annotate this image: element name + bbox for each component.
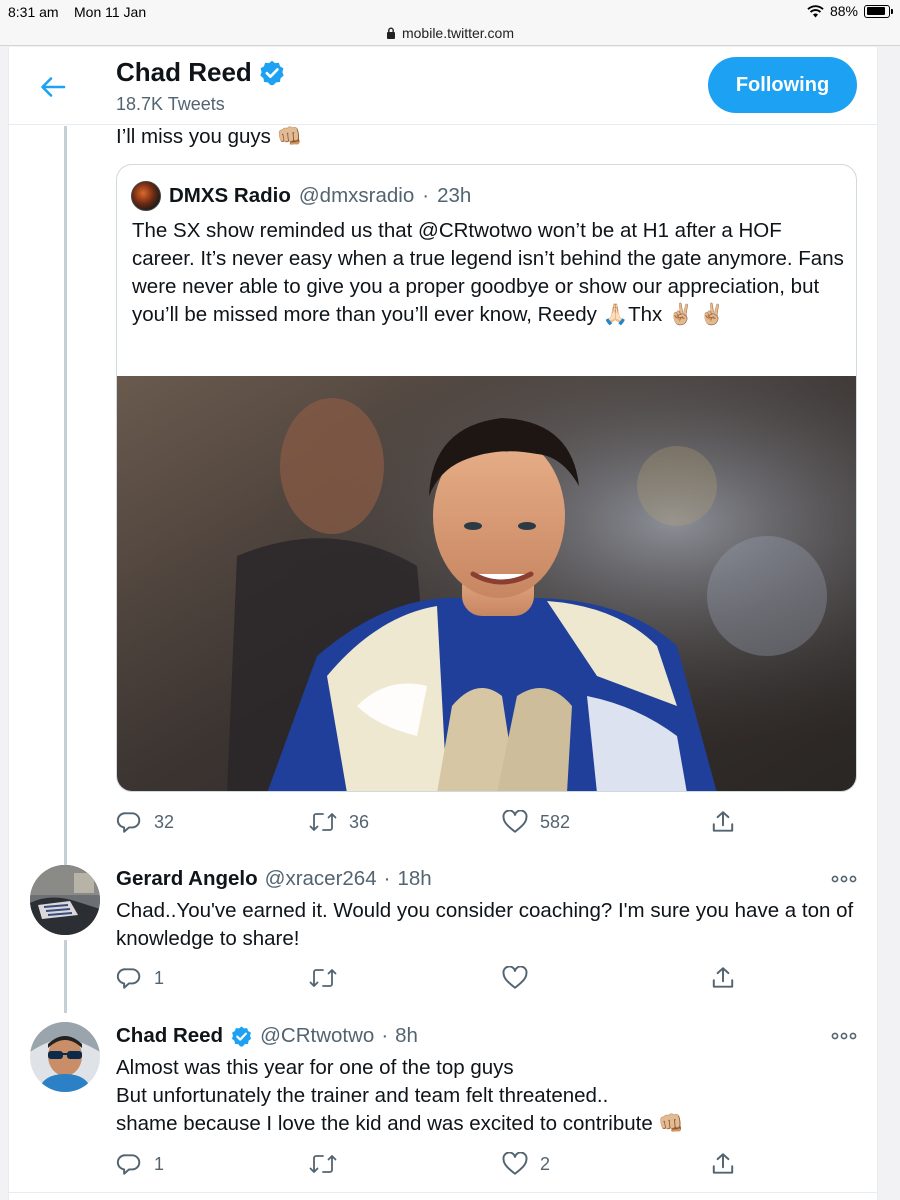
battery-fill [866,7,885,15]
reply-action[interactable]: 32 [116,809,309,835]
quote-photo[interactable] [117,376,856,791]
reply-text: Chad..You've earned it. Would you consid… [116,899,854,950]
profile-name: Chad Reed [116,57,286,88]
retweet-action[interactable] [309,965,502,991]
avatar-gerard-angelo[interactable] [30,865,100,935]
following-button[interactable]: Following [708,57,857,113]
quote-tweet-header: DMXS Radio @dmxsradio · 23h [131,181,471,211]
reply-action[interactable]: 1 [116,965,309,991]
like-action[interactable] [502,965,710,991]
heart-icon [502,810,528,833]
reply-count: 32 [154,811,175,832]
retweet-icon [309,813,337,831]
reply-count: 1 [154,967,165,988]
reply-author-handle: @xracer264 [264,867,377,890]
thread-line [64,126,67,889]
battery-icon [864,4,893,18]
url-text: mobile.twitter.com [401,25,515,41]
main-tweet-text: I’ll miss you guys 👊🏼 [116,125,303,148]
like-action[interactable]: 2 [502,1151,710,1177]
reply-icon [116,1154,141,1175]
reply-icon [116,812,141,833]
reply-author-line: Gerard Angelo @xracer264 · 18h [116,867,432,891]
reply-time: 8h [395,1024,418,1047]
share-action[interactable] [710,809,736,835]
avatar-image [30,865,100,935]
quote-author-handle: @dmxsradio [298,184,415,207]
reply-icon [116,968,141,989]
quote-author-name: DMXS Radio [169,184,291,207]
main-tweet-actions: 32 36 582 [116,809,736,835]
reply-text-line: But unfortunately the trainer and team f… [116,1084,609,1107]
share-icon [712,811,734,832]
back-button[interactable] [37,71,69,103]
status-right: 88% [807,3,893,19]
battery-percent: 88% [829,3,858,19]
heart-icon [502,966,528,989]
avatar-image [30,1022,100,1092]
reply-action[interactable]: 1 [116,1151,309,1177]
retweet-action[interactable] [309,1151,502,1177]
reply-text-line: Almost was this year for one of the top … [116,1056,514,1079]
reply-count: 1 [154,1153,165,1174]
more-icon [831,875,857,883]
more-icon [831,1032,857,1040]
status-bar: 8:31 am Mon 11 Jan 88% [0,0,900,24]
reply-separator: · [383,867,391,890]
share-action[interactable] [710,1151,736,1177]
more-options-button[interactable] [829,869,859,889]
reply-author-name[interactable]: Gerard Angelo [116,867,258,891]
reply-actions: 1 [116,965,736,991]
quote-separator: · [422,184,430,207]
like-action[interactable]: 582 [502,809,710,835]
retweet-count: 36 [349,811,370,832]
reply-text: Almost was this year for one of the top … [116,1054,861,1138]
main-column: Chad Reed 18.7K Tweets Following I’ll mi… [8,47,878,1200]
avatar-chad-reed[interactable] [30,1022,100,1092]
lock-icon [386,27,395,39]
profile-name-text: Chad Reed [116,57,252,87]
wifi-icon [807,4,824,17]
verified-badge-icon [231,1025,252,1046]
heart-icon [502,1152,528,1175]
retweet-action[interactable]: 36 [309,809,502,835]
reply-author-line: Chad Reed @CRtwotwo · 8h [116,1024,418,1048]
share-icon [712,967,734,988]
reply-author-name[interactable]: Chad Reed [116,1024,223,1048]
like-count: 2 [540,1153,551,1174]
arrow-left-icon [41,77,66,97]
like-count: 582 [540,811,571,832]
reply-time: 18h [397,867,432,890]
share-action[interactable] [710,965,736,991]
divider [9,1192,877,1193]
reply-text-line: shame because I love the kid and was exc… [116,1112,684,1135]
verified-badge-icon [260,60,284,85]
quote-tweet[interactable]: DMXS Radio @dmxsradio · 23h The SX show … [116,164,857,792]
quote-avatar [131,181,161,211]
reply-author-handle: @CRtwotwo [260,1024,375,1047]
profile-header: Chad Reed 18.7K Tweets Following [9,47,877,125]
status-date: Mon 11 Jan [74,4,147,20]
url-bar[interactable]: mobile.twitter.com [0,24,900,46]
reply-separator: · [381,1024,389,1047]
reply-thread-line [64,940,67,1013]
quote-time: 23h [437,184,472,207]
retweet-icon [309,969,337,987]
status-time: 8:31 am [8,4,59,20]
reply-actions: 1 2 [116,1151,736,1177]
more-options-button[interactable] [829,1026,859,1046]
rider-photo-image [117,376,856,791]
quote-tweet-text: The SX show reminded us that @CRtwotwo w… [132,219,844,326]
share-icon [712,1153,734,1174]
retweet-icon [309,1155,337,1173]
tweet-count: 18.7K Tweets [116,94,225,114]
